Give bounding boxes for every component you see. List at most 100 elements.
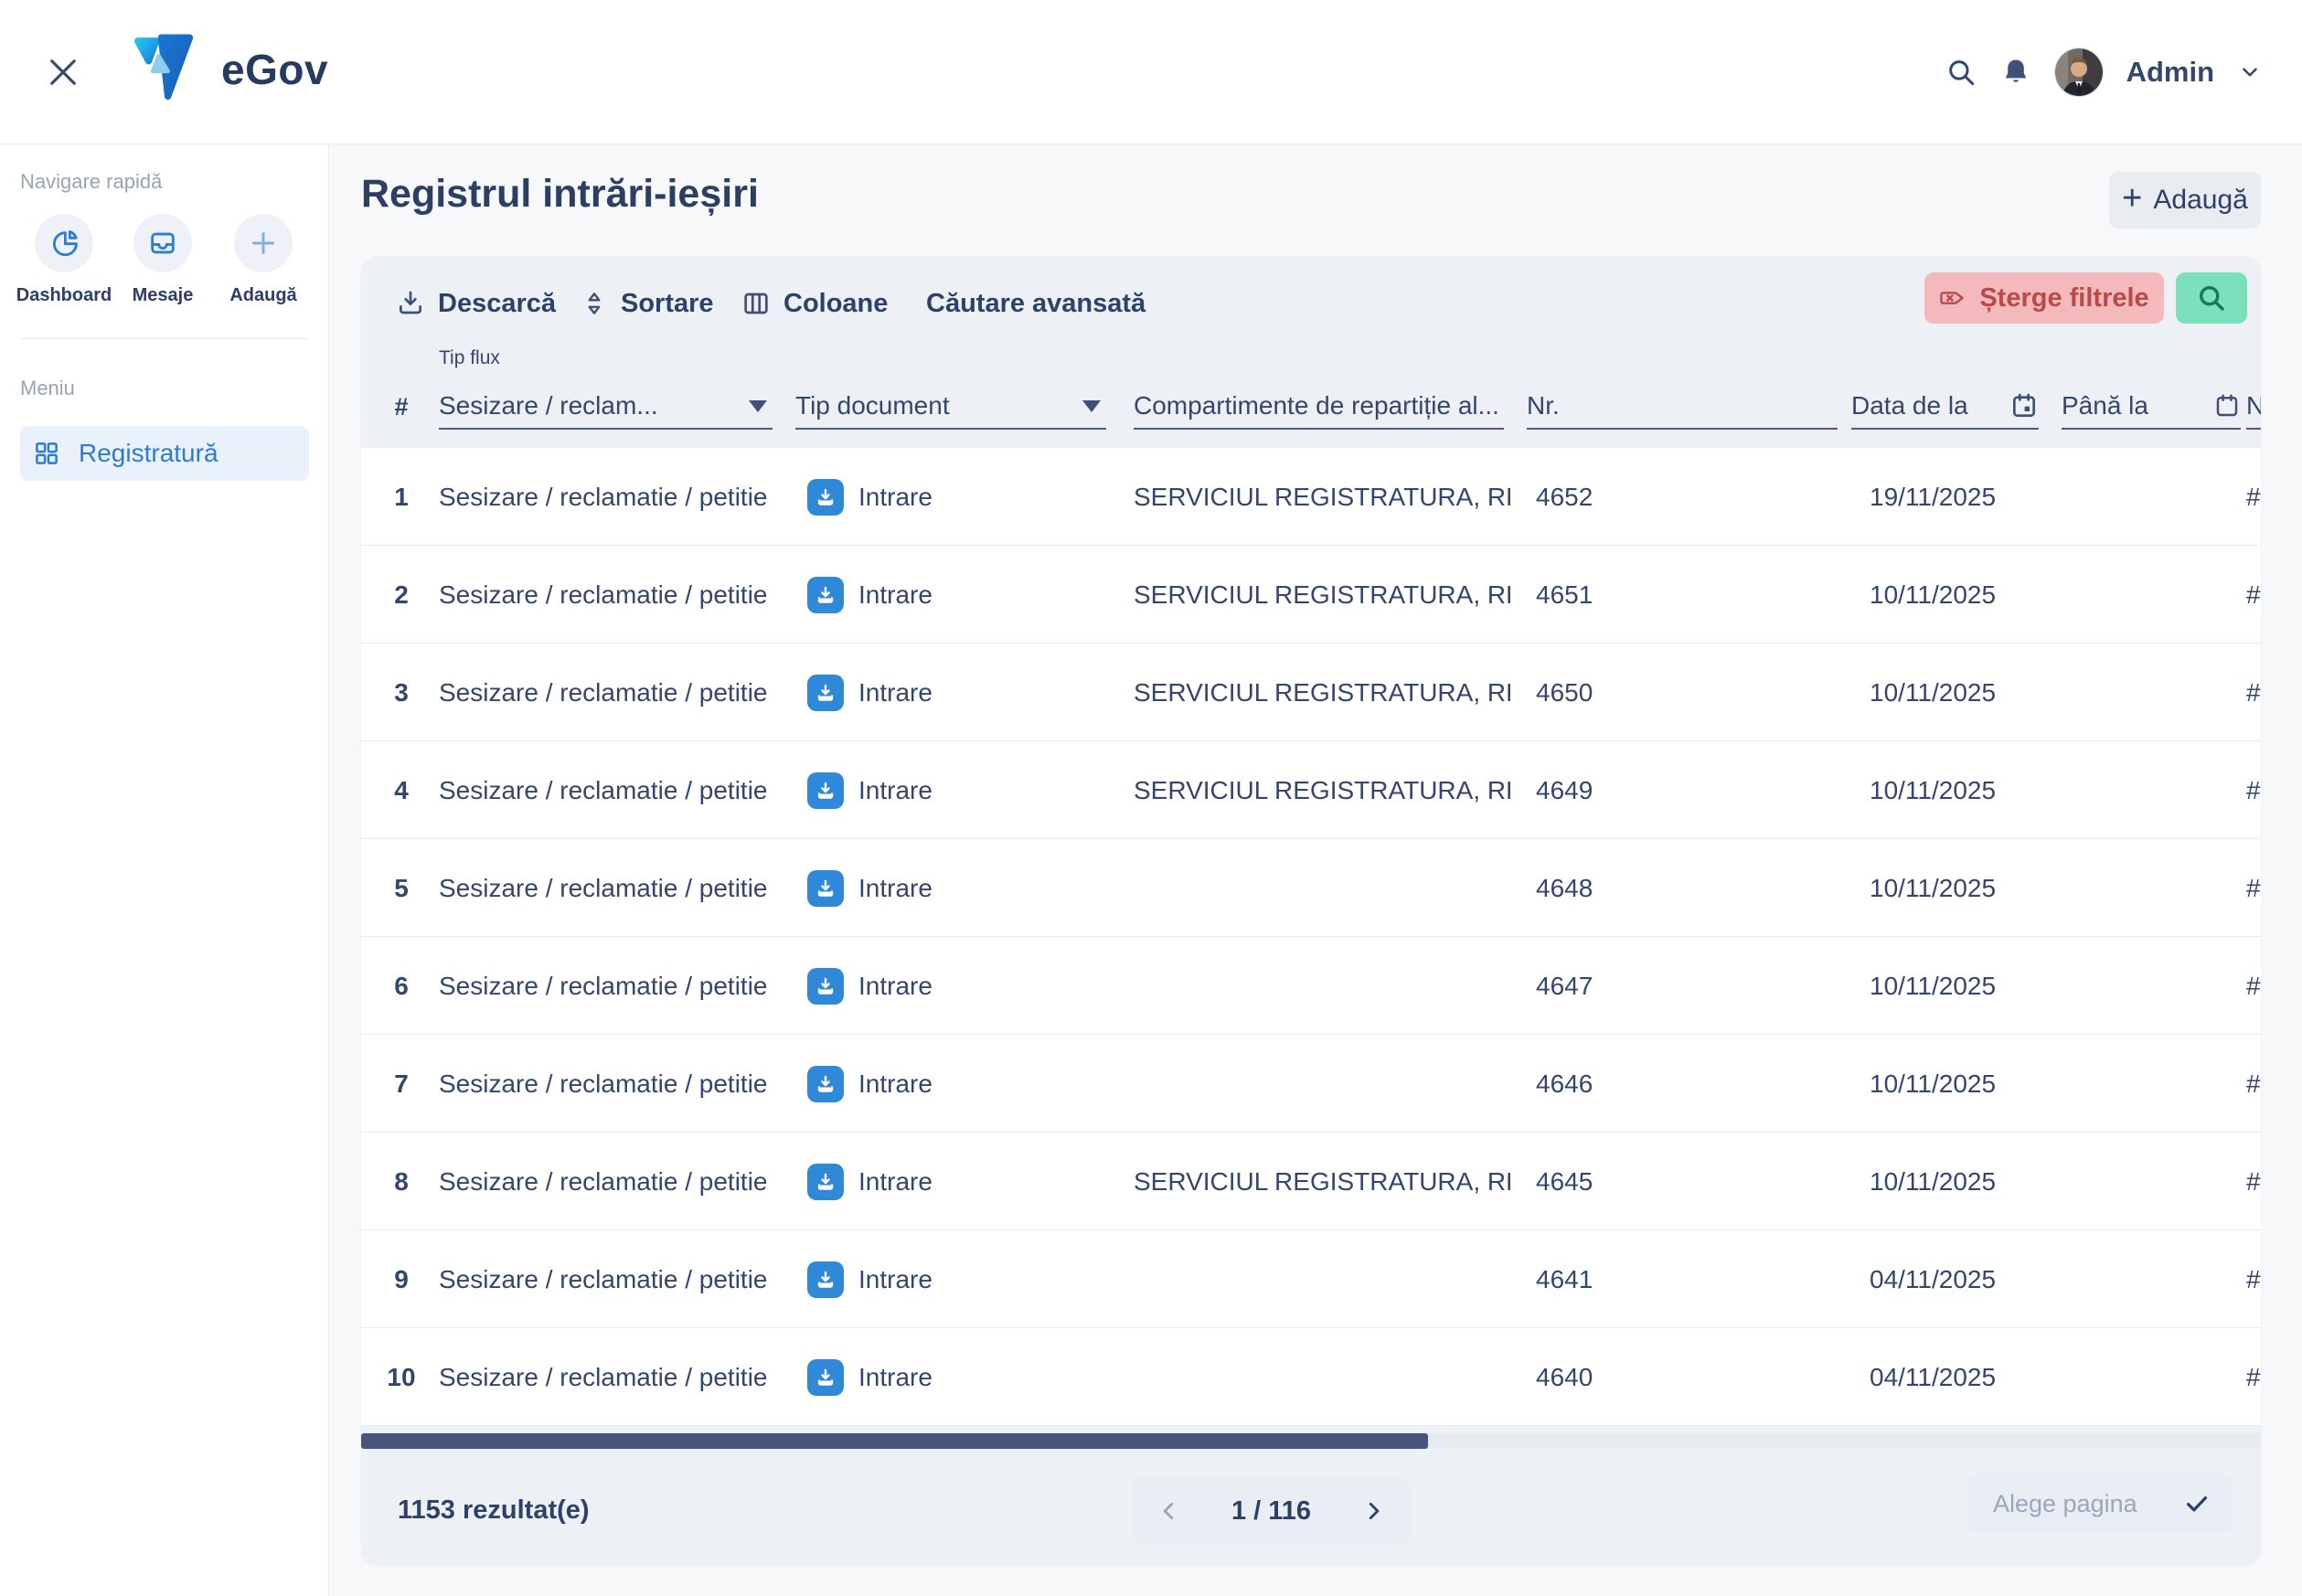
- confirm-check-icon[interactable]: [2183, 1490, 2211, 1517]
- row-tip-document-label: Intrare: [858, 972, 933, 1001]
- row-data-de-la: 10/11/2025: [1870, 1035, 1996, 1133]
- close-icon[interactable]: [44, 53, 82, 91]
- plus-icon: +: [2122, 181, 2142, 216]
- download-button[interactable]: Descarcă: [396, 278, 556, 329]
- grid-icon: [33, 440, 60, 467]
- row-nr: 4647: [1536, 937, 1593, 1035]
- table-row[interactable]: 9 Sesizare / reclamatie / petitie Intrar…: [361, 1230, 2261, 1328]
- row-tip-document: Intrare: [807, 741, 933, 839]
- row-nr: 4650: [1536, 644, 1593, 741]
- filter-tip-flux-select[interactable]: Sesizare / reclam...: [439, 384, 773, 430]
- calendar-icon[interactable]: [2213, 392, 2241, 420]
- row-compartiment: [1134, 937, 1510, 1035]
- logo-mark-icon: [124, 29, 205, 110]
- intrare-download-icon: [807, 1164, 844, 1200]
- row-compartiment: [1134, 1328, 1510, 1426]
- menu-label: Meniu: [20, 377, 75, 400]
- advanced-search-button[interactable]: Căutare avansată: [926, 278, 1146, 329]
- app-logo[interactable]: eGov: [124, 29, 328, 110]
- row-data-de-la: 19/11/2025: [1870, 448, 1996, 546]
- filter-pana-la-input[interactable]: Până la: [2062, 384, 2241, 430]
- row-index: 5: [381, 839, 421, 937]
- row-clipped-extra: #: [2246, 546, 2261, 644]
- quick-adauga-label: Adaugă: [229, 285, 296, 306]
- table-row[interactable]: 3 Sesizare / reclamatie / petitie Intrar…: [361, 644, 2261, 741]
- table-row[interactable]: 1 Sesizare / reclamatie / petitie Intrar…: [361, 448, 2261, 546]
- row-tip-flux: Sesizare / reclamatie / petitie: [439, 741, 768, 839]
- add-button[interactable]: + Adaugă: [2109, 172, 2261, 229]
- clear-filters-button[interactable]: Șterge filtrele: [1924, 272, 2164, 324]
- choose-page-input[interactable]: Alege pagina: [1967, 1474, 2233, 1534]
- sort-button[interactable]: Sortare: [581, 278, 714, 329]
- table-row[interactable]: 6 Sesizare / reclamatie / petitie Intrar…: [361, 937, 2261, 1035]
- column-header-index: #: [381, 384, 421, 430]
- table-row[interactable]: 5 Sesizare / reclamatie / petitie Intrar…: [361, 839, 2261, 937]
- row-data-de-la: 10/11/2025: [1870, 546, 1996, 644]
- columns-button[interactable]: Coloane: [741, 278, 888, 329]
- filter-data-de-la-input[interactable]: Data de la: [1851, 384, 2039, 430]
- search-icon[interactable]: [1945, 57, 1977, 88]
- filter-compartimente-input[interactable]: Compartimente de repartiție al...: [1134, 384, 1504, 430]
- row-tip-document: Intrare: [807, 448, 933, 546]
- filter-remove-icon: [1939, 284, 1966, 312]
- row-tip-flux: Sesizare / reclamatie / petitie: [439, 448, 768, 546]
- sidebar-item-registratura[interactable]: Registratură: [20, 426, 309, 481]
- inbox-icon: [147, 228, 178, 259]
- intrare-download-icon: [807, 1261, 844, 1298]
- row-data-de-la: 10/11/2025: [1870, 644, 1996, 741]
- user-avatar[interactable]: [2055, 48, 2103, 96]
- sort-label: Sortare: [621, 289, 714, 319]
- calendar-icon[interactable]: [2009, 391, 2039, 420]
- add-button-label: Adaugă: [2153, 185, 2247, 216]
- filter-next-clipped[interactable]: N: [2246, 384, 2261, 430]
- page-indicator: 1 / 116: [1231, 1496, 1311, 1527]
- intrare-download-icon: [807, 479, 844, 516]
- row-clipped-extra: #: [2246, 1035, 2261, 1133]
- sidebar-item-registratura-label: Registratură: [79, 439, 218, 468]
- row-nr: 4649: [1536, 741, 1593, 839]
- row-clipped-extra: #: [2246, 644, 2261, 741]
- notifications-bell-icon[interactable]: [2000, 57, 2031, 88]
- sidebar-quick-mesaje[interactable]: Mesaje: [113, 214, 212, 306]
- table-row[interactable]: 2 Sesizare / reclamatie / petitie Intrar…: [361, 546, 2261, 644]
- row-tip-flux: Sesizare / reclamatie / petitie: [439, 644, 768, 741]
- row-index: 1: [381, 448, 421, 546]
- next-page-icon[interactable]: [1361, 1499, 1385, 1523]
- row-compartiment: SERVICIUL REGISTRATURA, REL...: [1134, 741, 1510, 839]
- row-tip-flux: Sesizare / reclamatie / petitie: [439, 1230, 768, 1328]
- row-data-de-la: 04/11/2025: [1870, 1230, 1996, 1328]
- horizontal-scrollbar-thumb[interactable]: [361, 1433, 1428, 1449]
- row-tip-flux: Sesizare / reclamatie / petitie: [439, 937, 768, 1035]
- row-tip-document-label: Intrare: [858, 678, 933, 708]
- row-index: 7: [381, 1035, 421, 1133]
- table-row[interactable]: 10 Sesizare / reclamatie / petitie Intra…: [361, 1328, 2261, 1426]
- choose-page-placeholder: Alege pagina: [1993, 1490, 2137, 1518]
- search-icon: [2195, 282, 2228, 314]
- table-row[interactable]: 8 Sesizare / reclamatie / petitie Intrar…: [361, 1133, 2261, 1230]
- row-nr: 4640: [1536, 1328, 1593, 1426]
- sidebar-quick-dashboard[interactable]: Dashboard: [15, 214, 113, 306]
- table-row[interactable]: 7 Sesizare / reclamatie / petitie Intrar…: [361, 1035, 2261, 1133]
- row-tip-document: Intrare: [807, 1230, 933, 1328]
- row-clipped-extra: #: [2246, 448, 2261, 546]
- filter-tip-document-select[interactable]: Tip document: [795, 384, 1106, 430]
- intrare-download-icon: [807, 968, 844, 1005]
- row-clipped-extra: #: [2246, 839, 2261, 937]
- horizontal-scrollbar-track[interactable]: [361, 1433, 2261, 1449]
- filter-nr-input[interactable]: Nr.: [1527, 384, 1838, 430]
- sidebar-quick-adauga[interactable]: Adaugă: [214, 214, 313, 306]
- row-index: 8: [381, 1133, 421, 1230]
- intrare-download-icon: [807, 1066, 844, 1102]
- row-tip-flux: Sesizare / reclamatie / petitie: [439, 546, 768, 644]
- chevron-down-icon[interactable]: [2238, 60, 2262, 84]
- compartimente-placeholder: Compartimente de repartiție al...: [1134, 391, 1499, 420]
- row-compartiment: SERVICIUL REGISTRATURA, REL...: [1134, 448, 1510, 546]
- row-data-de-la: 04/11/2025: [1870, 1328, 1996, 1426]
- tip-document-placeholder: Tip document: [795, 391, 950, 420]
- row-nr: 4645: [1536, 1133, 1593, 1230]
- previous-page-icon[interactable]: [1157, 1499, 1181, 1523]
- admin-user-label[interactable]: Admin: [2126, 56, 2214, 89]
- table-search-button[interactable]: [2176, 272, 2247, 324]
- table-row[interactable]: 4 Sesizare / reclamatie / petitie Intrar…: [361, 741, 2261, 839]
- row-tip-document: Intrare: [807, 644, 933, 741]
